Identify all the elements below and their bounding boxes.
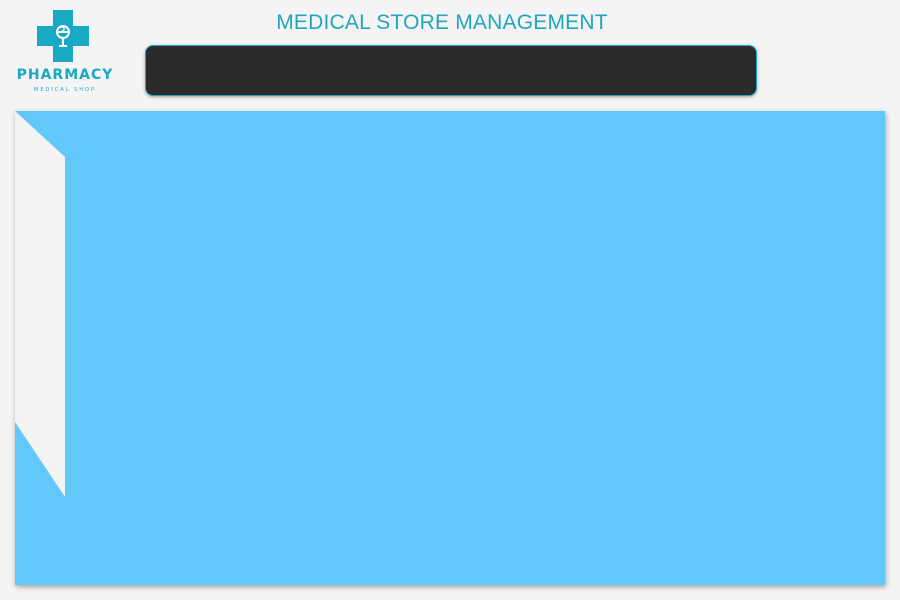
side-panel-tab[interactable] <box>15 111 65 497</box>
logo-name: PHARMACY <box>16 67 114 83</box>
top-toolbar <box>145 45 757 96</box>
main-content-panel <box>15 111 885 585</box>
logo-tagline: MEDICAL SHOP <box>34 87 96 93</box>
app-title: MEDICAL STORE MANAGEMENT <box>276 11 608 34</box>
